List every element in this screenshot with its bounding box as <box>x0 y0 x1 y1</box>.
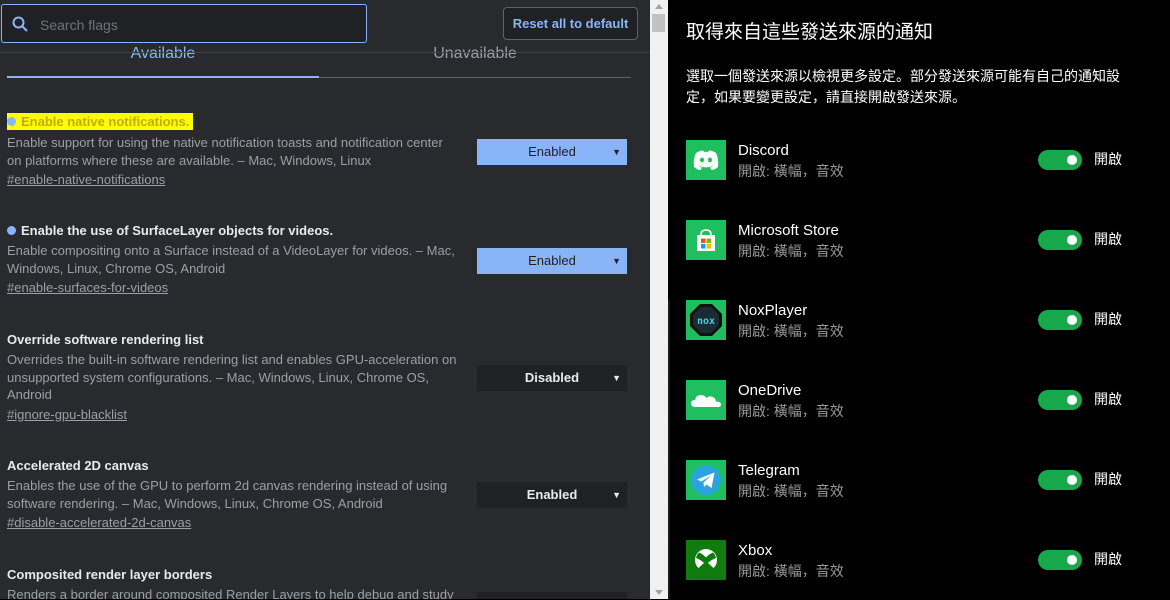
notification-toggle[interactable] <box>1038 470 1082 490</box>
flag-state-select[interactable]: Enabled ▼ <box>477 139 627 165</box>
notification-toggle[interactable] <box>1038 310 1082 330</box>
discord-icon <box>686 140 726 180</box>
tab-unavailable-label: Unavailable <box>433 45 517 62</box>
search-icon <box>12 16 28 32</box>
sender-name: OneDrive <box>738 382 802 399</box>
svg-text:nox: nox <box>697 316 715 327</box>
modified-dot-icon <box>7 117 16 126</box>
sender-name: Discord <box>738 142 789 159</box>
notification-settings-panel: 取得來自這些發送來源的通知 選取一個發送來源以檢視更多設定。部分發送來源可能有自… <box>668 0 1170 599</box>
dropdown-arrow-icon: ▼ <box>612 373 621 383</box>
flag-item: Composited render layer borders Renders … <box>7 566 627 599</box>
flag-title: Composited render layer borders <box>7 567 213 582</box>
scroll-up-arrow-icon[interactable] <box>655 4 663 9</box>
flag-state-value: Enabled <box>528 253 576 268</box>
sender-name: Microsoft Store <box>738 222 839 239</box>
notification-toggle[interactable] <box>1038 230 1082 250</box>
toggle-knob <box>1067 475 1077 485</box>
flag-state-select[interactable]: Disabled ▼ <box>477 365 627 391</box>
flag-state-select[interactable]: Enabled ▼ <box>477 248 627 274</box>
active-tab-indicator <box>7 76 319 78</box>
header-divider <box>0 52 650 53</box>
flag-title: Enable the use of SurfaceLayer objects f… <box>7 222 627 239</box>
toggle-knob <box>1067 315 1077 325</box>
flag-item: Enable native notifications. Enable supp… <box>7 113 627 189</box>
toggle-state-label: 開啟 <box>1094 391 1122 407</box>
dropdown-arrow-icon: ▼ <box>612 490 621 500</box>
flag-description: Enable support for using the native noti… <box>7 135 443 168</box>
flag-item: Accelerated 2D canvas Enables the use of… <box>7 457 627 532</box>
notification-toggle[interactable] <box>1038 550 1082 570</box>
sender-detail: 開啟: 橫幅，音效 <box>738 163 844 179</box>
sender-detail: 開啟: 橫幅，音效 <box>738 403 844 419</box>
flag-title-text: Enable the use of SurfaceLayer objects f… <box>21 223 334 238</box>
sender-row-onedrive[interactable]: OneDrive 開啟: 橫幅，音效 開啟 <box>686 380 1146 440</box>
modified-dot-icon <box>7 226 16 235</box>
noxplayer-icon: nox <box>686 300 726 340</box>
sender-detail: 開啟: 橫幅，音效 <box>738 483 844 499</box>
dropdown-arrow-icon: ▼ <box>612 147 621 157</box>
sender-row-discord[interactable]: Discord 開啟: 橫幅，音效 開啟 <box>686 140 1146 200</box>
tab-bar-divider <box>319 77 631 78</box>
flag-description: Renders a border around composited Rende… <box>7 587 454 599</box>
toggle-state-label: 開啟 <box>1094 151 1122 167</box>
microsoft-store-icon <box>686 220 726 260</box>
flag-description: Enable compositing onto a Surface instea… <box>7 243 455 276</box>
toggle-state-label: 開啟 <box>1094 551 1122 567</box>
flag-item: Override software rendering list Overrid… <box>7 331 627 424</box>
sender-row-microsoft-store[interactable]: Microsoft Store 開啟: 橫幅，音效 開啟 <box>686 220 1146 280</box>
notification-toggle[interactable] <box>1038 150 1082 170</box>
xbox-icon <box>686 540 726 580</box>
flag-state-select[interactable]: Enabled ▼ <box>477 482 627 508</box>
tab-available-label: Available <box>130 45 196 62</box>
page-title: 取得來自這些發送來源的通知 <box>686 22 934 43</box>
flag-title: Enable native notifications. <box>7 113 194 130</box>
flag-description: Enables the use of the GPU to perform 2d… <box>7 478 448 511</box>
sender-row-xbox[interactable]: Xbox 開啟: 橫幅，音效 開啟 <box>686 540 1146 600</box>
sender-row-telegram[interactable]: Telegram 開啟: 橫幅，音效 開啟 <box>686 460 1146 520</box>
sender-name: Telegram <box>738 462 800 479</box>
notification-toggle[interactable] <box>1038 390 1082 410</box>
reset-all-button[interactable]: Reset all to default <box>503 7 638 40</box>
telegram-icon <box>686 460 726 500</box>
toggle-knob <box>1067 235 1077 245</box>
flag-title: Accelerated 2D canvas <box>7 458 149 473</box>
toggle-state-label: 開啟 <box>1094 231 1122 247</box>
flag-title: Override software rendering list <box>7 332 204 347</box>
flag-description: Overrides the built-in software renderin… <box>7 352 457 402</box>
flag-link[interactable]: #enable-surfaces-for-videos <box>7 278 168 297</box>
toggle-state-label: 開啟 <box>1094 311 1122 327</box>
search-input[interactable] <box>38 13 362 37</box>
panel-edge <box>668 300 670 599</box>
flags-page: Available Unavailable Reset all to defau… <box>0 0 650 599</box>
sender-detail: 開啟: 橫幅，音效 <box>738 563 844 579</box>
flag-state-value: Disabled <box>524 370 580 385</box>
page-scrollbar[interactable] <box>650 0 668 599</box>
toggle-knob <box>1067 155 1077 165</box>
sender-detail: 開啟: 橫幅，音效 <box>738 243 844 259</box>
toggle-knob <box>1067 395 1077 405</box>
flag-state-select[interactable] <box>477 592 627 599</box>
sender-name: Xbox <box>738 542 773 559</box>
flag-title-text: Enable native notifications. <box>21 114 190 129</box>
search-box[interactable] <box>1 4 367 43</box>
toggle-knob <box>1067 555 1077 565</box>
scroll-thumb[interactable] <box>652 14 665 32</box>
scroll-down-arrow-icon[interactable] <box>655 590 663 595</box>
flag-link[interactable]: #enable-native-notifications <box>7 170 165 189</box>
onedrive-icon <box>686 380 726 420</box>
sender-name: NoxPlayer <box>738 302 808 319</box>
flag-link[interactable]: #disable-accelerated-2d-canvas <box>7 513 191 532</box>
flag-link[interactable]: #ignore-gpu-blacklist <box>7 405 127 424</box>
flag-state-value: Enabled <box>526 487 578 502</box>
sender-row-noxplayer[interactable]: nox NoxPlayer 開啟: 橫幅，音效 開啟 <box>686 300 1146 360</box>
toggle-state-label: 開啟 <box>1094 471 1122 487</box>
flag-state-value: Enabled <box>528 144 576 159</box>
flag-item: Enable the use of SurfaceLayer objects f… <box>7 222 627 297</box>
page-description: 選取一個發送來源以檢視更多設定。部分發送來源可能有自己的通知設定，如果要變更設定… <box>686 68 1120 105</box>
sender-detail: 開啟: 橫幅，音效 <box>738 323 844 339</box>
dropdown-arrow-icon: ▼ <box>612 256 621 266</box>
